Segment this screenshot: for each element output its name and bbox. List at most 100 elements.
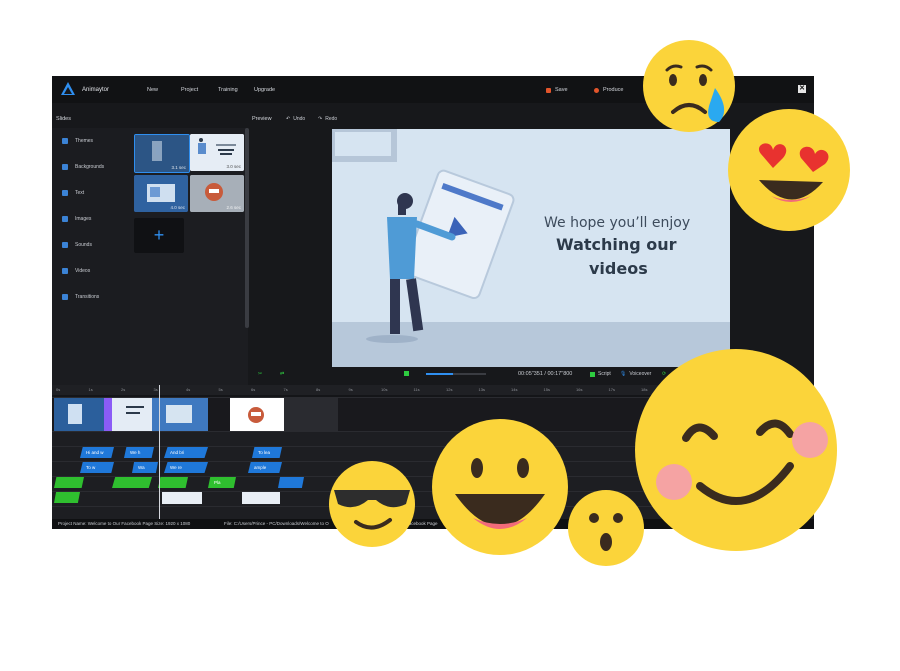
slide-duration: 2.6 sec — [226, 205, 241, 210]
text-clip[interactable]: Wa — [132, 462, 158, 473]
slide-duration: 4.0 sec — [170, 205, 185, 210]
slide-thumbnail[interactable]: 4.0 sec — [134, 175, 188, 212]
backgrounds-icon — [62, 164, 68, 170]
undo-button[interactable]: ↶ Undo — [286, 116, 305, 122]
slide-duration: 3.0 sec — [226, 164, 241, 169]
produce-label: Produce — [603, 87, 624, 93]
ruler-tick-label: 3s — [153, 387, 158, 392]
menu-new[interactable]: New — [147, 87, 158, 93]
sidebar-item-label: Videos — [75, 268, 91, 274]
sidebar-item-backgrounds[interactable]: Backgrounds — [52, 156, 130, 178]
record-icon — [404, 371, 409, 376]
sidebar-item-label: Backgrounds — [75, 164, 105, 170]
media-clip[interactable] — [278, 477, 304, 488]
text-clip-label: And bri — [170, 450, 185, 455]
ruler-tick-label: 6s — [251, 387, 256, 392]
images-icon — [62, 216, 68, 222]
ruler-tick-label: 2s — [121, 387, 126, 392]
preview-stage[interactable]: We hope you’ll enjoy Watching our videos — [332, 129, 730, 367]
media-clip-label: Pla — [214, 480, 221, 485]
slide-thumbnail[interactable]: 2.6 sec — [190, 175, 244, 212]
text-clip-label: To lea — [258, 450, 271, 455]
record-button[interactable] — [404, 371, 409, 376]
add-slide-button[interactable]: + — [134, 218, 184, 253]
image-clip[interactable] — [242, 492, 280, 504]
sidebar-item-videos[interactable]: Videos — [52, 260, 130, 282]
produce-button[interactable]: Produce — [594, 87, 624, 93]
themes-icon — [62, 138, 68, 144]
timeline-slide-clip[interactable] — [152, 398, 208, 431]
script-icon — [590, 371, 595, 377]
app-logo-icon — [61, 82, 75, 95]
sidebar-item-themes[interactable]: Themes — [52, 130, 130, 152]
text-clip[interactable]: ample — [248, 462, 282, 473]
sad-tear-emoji-icon — [643, 40, 735, 132]
ruler-tick-label: 16s — [576, 387, 583, 392]
menu-upgrade[interactable]: Upgrade — [254, 87, 275, 93]
blushing-smile-emoji-icon — [635, 349, 837, 551]
media-clip[interactable] — [112, 477, 152, 488]
file-path: File: C:/Users/Prince - PC/Downloads/Wel… — [224, 521, 329, 526]
text-clip[interactable]: To w — [80, 462, 114, 473]
sidebar-item-label: Themes — [75, 138, 94, 144]
sunglasses-emoji-icon — [329, 461, 415, 547]
ruler-tick-label: 10s — [381, 387, 388, 392]
text-clip[interactable]: Hi and w — [80, 447, 114, 458]
media-clip[interactable]: Pla — [208, 477, 236, 488]
clip-preview — [68, 404, 82, 424]
menu-training[interactable]: Training — [218, 87, 238, 93]
timeline-slide-clip[interactable] — [54, 398, 104, 431]
sidebar-item-transitions[interactable]: Transitions — [52, 286, 130, 308]
save-button[interactable]: Save — [546, 87, 568, 93]
sidebar-item-sounds[interactable]: Sounds — [52, 234, 130, 256]
script-button[interactable]: Script — [590, 371, 611, 377]
timeline-slide-clip[interactable] — [104, 398, 152, 431]
text-clip[interactable]: And bri — [164, 447, 208, 458]
slide-thumbnail[interactable]: 3.0 sec — [190, 134, 244, 171]
timeline-slide-clip[interactable] — [230, 398, 284, 431]
produce-icon — [594, 87, 599, 93]
cut-icon[interactable]: ✂ — [258, 371, 262, 377]
stage-headline: We hope you’ll enjoy — [544, 215, 691, 231]
text-clip[interactable]: We h — [124, 447, 154, 458]
timeline-empty-slot[interactable] — [284, 398, 338, 431]
media-clip[interactable] — [158, 477, 188, 488]
redo-button[interactable]: ↷ Redo — [318, 116, 337, 122]
swap-icon[interactable]: ⇄ — [280, 371, 284, 377]
image-clip[interactable] — [54, 492, 80, 503]
text-icon — [62, 190, 68, 196]
text-clip-label: ample — [254, 465, 267, 470]
ruler-tick-label: 12s — [446, 387, 453, 392]
ruler-tick-label: 0s — [56, 387, 61, 392]
text-clip[interactable]: To lea — [252, 447, 282, 458]
microphone-icon: 🎙 — [620, 371, 627, 377]
slide-thumbnail[interactable]: 3.1 sec — [134, 134, 190, 173]
close-icon[interactable]: ✕ — [798, 85, 806, 93]
timeline-playhead[interactable] — [159, 385, 160, 521]
redo-icon: ↷ — [318, 116, 323, 122]
image-clip[interactable] — [162, 492, 202, 504]
clip-preview — [104, 398, 144, 431]
undo-label: Undo — [293, 116, 306, 122]
media-clip[interactable] — [54, 477, 84, 488]
sidebar-item-images[interactable]: Images — [52, 208, 130, 230]
redo-label: Redo — [325, 116, 338, 122]
undo-icon: ↶ — [286, 116, 291, 122]
sidebar-item-label: Sounds — [75, 242, 92, 248]
ruler-tick-label: 17s — [608, 387, 615, 392]
clip-preview — [248, 407, 264, 423]
slide-duration: 3.1 sec — [171, 165, 186, 170]
text-clip[interactable]: We re — [164, 462, 208, 473]
transitions-icon — [62, 294, 68, 300]
sidebar-item-text[interactable]: Text — [52, 182, 130, 204]
thumbnails-scrollbar[interactable] — [245, 128, 249, 328]
videos-icon — [62, 268, 68, 274]
ruler-tick-label: 8s — [316, 387, 321, 392]
menu-project[interactable]: Project — [181, 87, 198, 93]
playback-progress[interactable] — [426, 373, 486, 375]
slide-thumbnails: 3.1 sec 3.0 sec 4.0 sec 2.6 sec + — [130, 128, 248, 393]
text-clip-label: We re — [170, 465, 182, 470]
sounds-icon — [62, 242, 68, 248]
save-icon — [546, 87, 551, 93]
project-info: Project Name: Welcome to Our Facebook Pa… — [58, 521, 191, 526]
